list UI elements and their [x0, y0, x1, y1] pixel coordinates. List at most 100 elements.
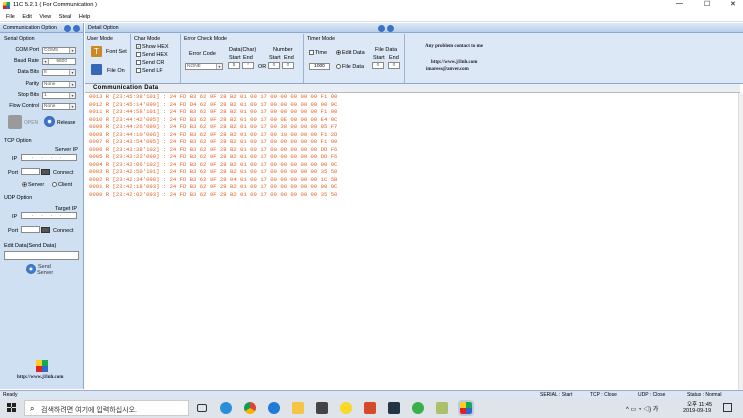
- minimize-button[interactable]: —: [676, 0, 683, 7]
- file-explorer-icon[interactable]: [292, 402, 304, 414]
- app-icon-red[interactable]: [364, 402, 376, 414]
- server-radio[interactable]: Server: [22, 182, 44, 188]
- terminal-icon[interactable]: [388, 402, 400, 414]
- app-icon-green[interactable]: [412, 402, 424, 414]
- data-char-label: Data(Char): [229, 47, 257, 53]
- edit-data-title: Edit Data(Send Data): [4, 243, 57, 249]
- parity-label: Parity: [25, 81, 39, 87]
- font-icon: T: [91, 46, 102, 57]
- chevron-down-icon: ▾: [69, 93, 75, 98]
- chevron-down-icon: ▾: [69, 48, 75, 53]
- vertical-scrollbar[interactable]: [738, 93, 743, 390]
- font-set-button[interactable]: Font Set: [106, 49, 127, 55]
- log-line: 0013 R [23:45:38'101] : 24 FD B3 62 9F 2…: [89, 93, 338, 100]
- next-icon[interactable]: [387, 25, 394, 32]
- next-icon[interactable]: [73, 25, 80, 32]
- status-bar: Ready SERIAL : Start TCP : Close UDP : C…: [0, 390, 743, 398]
- send-data-input[interactable]: [4, 251, 79, 260]
- send-server-button[interactable]: Send Server: [26, 263, 60, 281]
- browser-icon[interactable]: [220, 402, 232, 414]
- task-view-icon[interactable]: [197, 404, 207, 412]
- file-end-input[interactable]: 0: [388, 62, 400, 69]
- contact-url[interactable]: http://www.j1lnh.com: [431, 60, 477, 65]
- number-end-input[interactable]: 0: [282, 62, 294, 69]
- website-link[interactable]: http://www.j1lnh.com: [17, 375, 63, 380]
- menu-edit[interactable]: Edit: [22, 12, 31, 22]
- contact-text: Any problem contact to me: [425, 44, 483, 49]
- baud-rate-select[interactable]: 9600 ▾: [42, 58, 76, 65]
- mail-icon[interactable]: [316, 402, 328, 414]
- show-hex-checkbox[interactable]: ✓ Show HEX: [136, 44, 169, 50]
- search-placeholder: 검색하려면 여기에 입력하십시오.: [41, 407, 137, 414]
- connect-icon[interactable]: [41, 169, 50, 175]
- data-end-input[interactable]: *: [242, 62, 254, 69]
- detail-title: Detail Option: [88, 25, 119, 31]
- data-bits-select[interactable]: 8 ▾: [42, 69, 76, 76]
- udp-ip-input[interactable]: ....: [21, 212, 77, 219]
- file-data-radio[interactable]: File Data: [336, 64, 364, 70]
- edit-data-radio[interactable]: Edit Data: [336, 50, 365, 56]
- communication-option-panel: Communication Option Serial Option COM P…: [0, 23, 84, 389]
- time-checkbox[interactable]: Time: [309, 50, 327, 56]
- timer-input[interactable]: 1000: [309, 63, 330, 70]
- data-start-input[interactable]: $: [228, 62, 240, 69]
- file-data-label: File Data: [375, 47, 398, 53]
- client-radio[interactable]: Client: [52, 182, 72, 188]
- error-check-group: Error Check Mode Error Code NONE ▾ Data(C…: [182, 34, 304, 83]
- taskbar-time: 오후 11:45: [687, 402, 713, 408]
- udp-port-input[interactable]: [21, 226, 40, 233]
- chevron-down-icon: ▾: [43, 59, 49, 64]
- menu-view[interactable]: View: [39, 12, 51, 22]
- close-button[interactable]: ✕: [730, 0, 736, 8]
- udp-port-label: Port: [8, 228, 19, 234]
- tcp-port-input[interactable]: [21, 168, 40, 175]
- send-lf-checkbox[interactable]: Send LF: [136, 68, 163, 74]
- maximize-button[interactable]: ☐: [704, 0, 710, 8]
- tcp-ip-label: IP: [12, 156, 18, 162]
- char-mode-group: Char Mode ✓ Show HEX Send HEX Send CR Sen…: [132, 34, 181, 83]
- save-icon: [91, 64, 102, 75]
- chevron-down-icon: ▾: [69, 70, 75, 75]
- file-start-input[interactable]: 0: [372, 62, 384, 69]
- file-on-button[interactable]: File On: [107, 68, 125, 74]
- taskbar-search-box[interactable]: ⌕ 검색하려면 여기에 입력하십시오.: [24, 400, 189, 416]
- logo-icon: [36, 360, 48, 372]
- chrome-icon[interactable]: [244, 402, 256, 414]
- menu-help[interactable]: Help: [79, 12, 90, 22]
- log-line: 0009 R [23:44:26'099] : 24 FD B3 62 9F 2…: [89, 123, 338, 130]
- app-icon: [3, 2, 10, 9]
- windows-start-icon[interactable]: [7, 403, 16, 412]
- send-hex-checkbox[interactable]: Send HEX: [136, 52, 168, 58]
- contact-email[interactable]: imaress@anver.com: [426, 67, 469, 72]
- tcp-ip-input[interactable]: ....: [21, 154, 77, 161]
- kakaotalk-icon[interactable]: [340, 402, 352, 414]
- flow-control-select[interactable]: None ▾: [42, 103, 76, 110]
- udp-connect-icon[interactable]: [41, 227, 50, 233]
- menu-file[interactable]: File: [6, 12, 15, 22]
- parity-select[interactable]: None ▾: [42, 81, 76, 88]
- chevron-down-icon: ▾: [69, 82, 75, 87]
- tool-icon[interactable]: [436, 402, 448, 414]
- chevron-down-icon: ▾: [69, 104, 75, 109]
- menu-steal[interactable]: Steal: [59, 12, 72, 22]
- stop-bits-label: Stop Bits: [17, 92, 39, 98]
- window-title: 11C 5.2.1 ( For Communication ): [13, 2, 97, 8]
- log-line: 0004 R [23:43:06'102] : 24 FD B3 62 9F 2…: [89, 160, 338, 168]
- edge-icon[interactable]: [268, 402, 280, 414]
- prev-icon[interactable]: [64, 25, 71, 32]
- error-code-select[interactable]: NONE ▾: [185, 63, 223, 70]
- com-port-select[interactable]: COM5 ▾: [42, 47, 76, 54]
- notification-icon[interactable]: [723, 403, 732, 412]
- stop-bits-select[interactable]: 1 ▾: [42, 92, 76, 99]
- log-line: 0005 R [23:43:22'099] : 24 FD B3 62 9F 2…: [89, 153, 338, 160]
- baud-rate-label: Baud Rate: [13, 58, 39, 64]
- prev-icon[interactable]: [378, 25, 385, 32]
- comm-app-icon[interactable]: [458, 400, 474, 416]
- communication-log[interactable]: 0013 R [23:45:38'101] : 24 FD B3 62 9F 2…: [85, 93, 735, 390]
- tray-icons[interactable]: ^ ▭ ◔ ◁) 가: [626, 404, 658, 413]
- panel-title: Communication Option: [3, 25, 57, 31]
- menu-bar: File Edit View Steal Help: [0, 12, 743, 22]
- send-cr-checkbox[interactable]: Send CR: [136, 60, 164, 66]
- tcp-option-title: TCP Option: [4, 138, 32, 144]
- number-start-input[interactable]: 0: [268, 62, 280, 69]
